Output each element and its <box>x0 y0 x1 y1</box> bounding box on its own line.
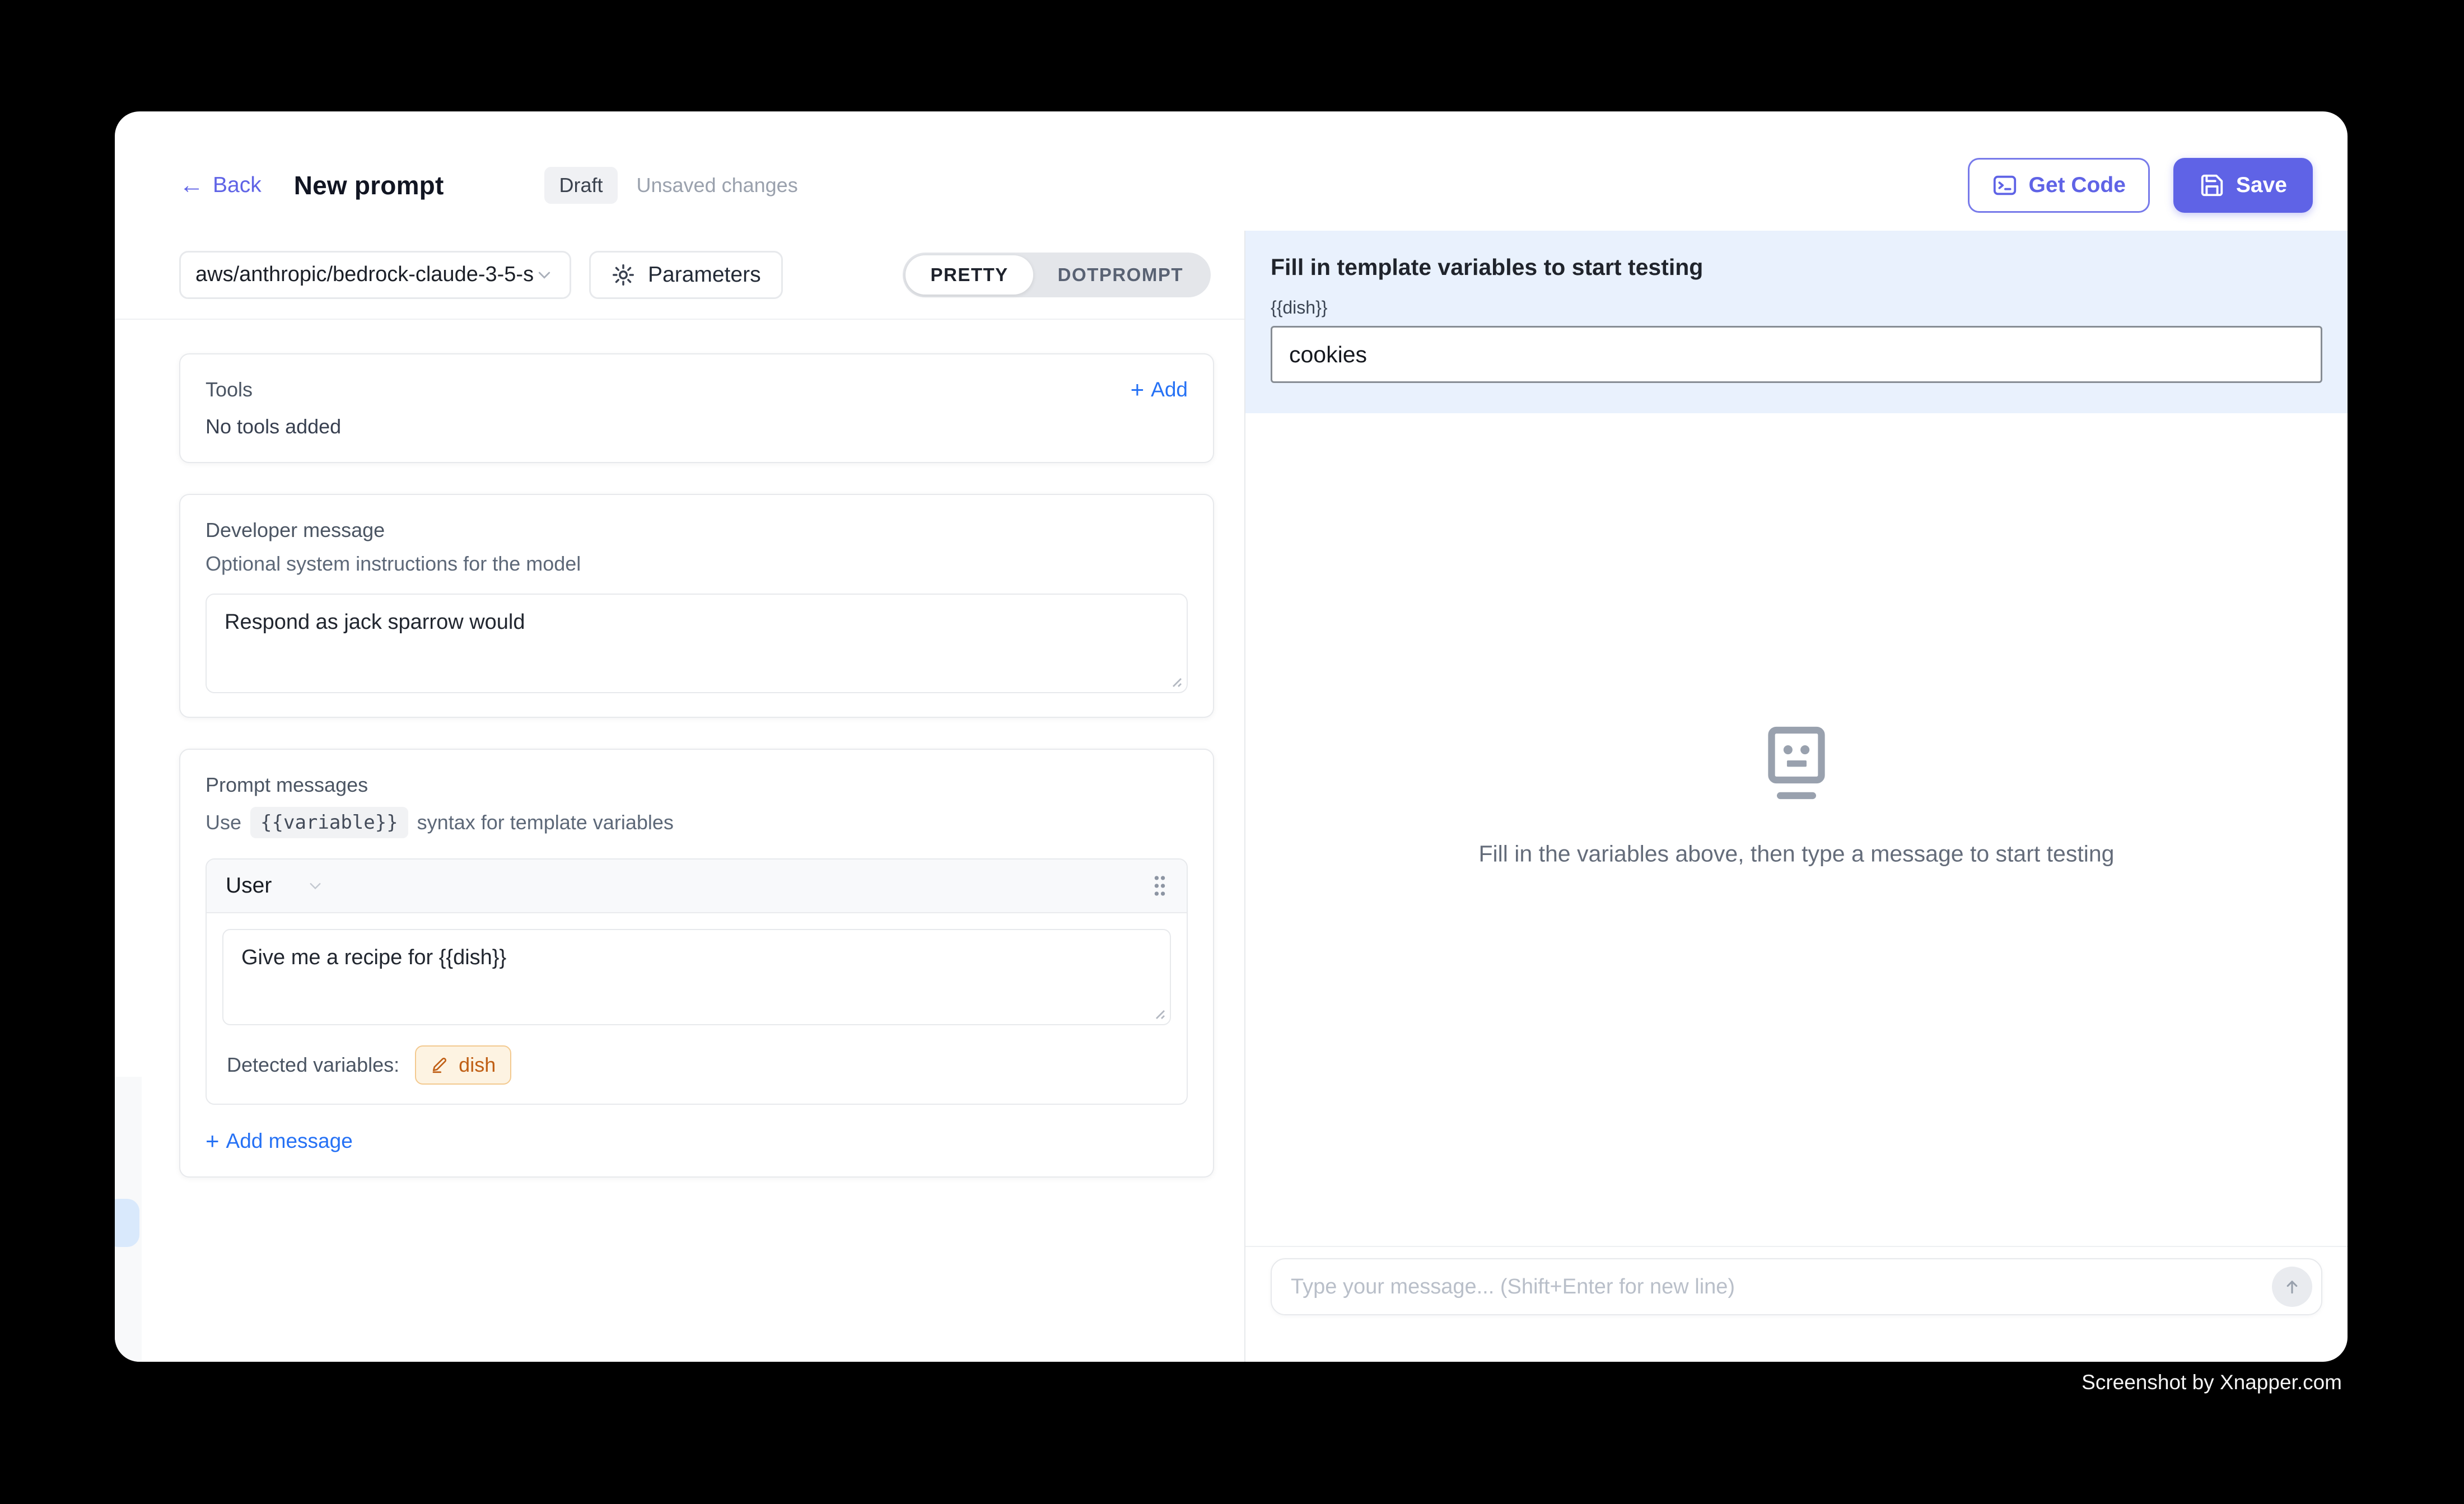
header-actions: Get Code Save <box>1968 158 2313 213</box>
parameters-button[interactable]: Parameters <box>589 251 783 299</box>
terminal-icon <box>1992 172 2018 198</box>
model-select-value: aws/anthropic/bedrock-claude-3-5-s... <box>195 263 534 287</box>
editor-pane: aws/anthropic/bedrock-claude-3-5-s... Pa… <box>115 231 1244 1362</box>
prompt-messages-title: Prompt messages <box>206 773 1188 797</box>
back-label: Back <box>213 173 262 198</box>
add-tool-button[interactable]: + Add <box>1131 378 1188 401</box>
back-arrow-icon: ← <box>179 173 204 198</box>
editor-cards: Tools + Add No tools added Developer mes… <box>115 320 1244 1178</box>
get-code-button[interactable]: Get Code <box>1968 158 2150 213</box>
status-badge: Draft <box>544 167 617 204</box>
app-window: ← Back New prompt Draft Unsaved changes … <box>115 111 2348 1362</box>
arrow-up-icon <box>2283 1277 2302 1296</box>
chevron-down-icon <box>534 264 555 286</box>
page-title: New prompt <box>294 170 444 200</box>
content: aws/anthropic/bedrock-claude-3-5-s... Pa… <box>115 231 2348 1362</box>
parameters-label: Parameters <box>648 263 761 287</box>
message-block: User Give me a recipe for {{dish}} <box>206 858 1188 1105</box>
chat-empty-state: Fill in the variables above, then type a… <box>1245 726 2348 867</box>
developer-message-subtitle: Optional system instructions for the mod… <box>206 552 1188 576</box>
tools-empty-text: No tools added <box>206 415 1188 438</box>
role-select-value: User <box>226 874 272 898</box>
save-label: Save <box>2236 173 2287 198</box>
side-nav-active-item[interactable] <box>115 1199 139 1247</box>
plus-icon: + <box>1131 378 1145 401</box>
model-select[interactable]: aws/anthropic/bedrock-claude-3-5-s... <box>179 251 571 299</box>
chevron-down-icon <box>305 876 325 896</box>
watermark-text: Screenshot by Xnapper.com <box>2082 1371 2342 1394</box>
send-button[interactable] <box>2272 1267 2312 1307</box>
detected-variables-row: Detected variables: dish <box>222 1045 1171 1085</box>
save-button[interactable]: Save <box>2173 158 2313 213</box>
hint-prefix: Use <box>206 811 241 834</box>
save-icon <box>2199 172 2225 198</box>
resize-handle-icon[interactable] <box>1166 672 1182 688</box>
plus-icon: + <box>206 1129 220 1153</box>
toggle-dotprompt[interactable]: DOTPROMPT <box>1033 255 1208 295</box>
chat-area: Fill in the variables above, then type a… <box>1245 413 2348 1246</box>
chat-empty-caption: Fill in the variables above, then type a… <box>1479 841 2115 867</box>
developer-message-card: Developer message Optional system instru… <box>179 494 1214 718</box>
detected-variables-label: Detected variables: <box>227 1053 399 1077</box>
developer-message-title: Developer message <box>206 519 1188 542</box>
variable-syntax-chip: {{variable}} <box>250 807 408 838</box>
view-toggle: PRETTY DOTPROMPT <box>903 253 1211 297</box>
gear-icon <box>611 263 636 287</box>
add-message-label: Add message <box>226 1129 353 1153</box>
user-message-textarea[interactable]: Give me a recipe for {{dish}} <box>223 930 1170 1024</box>
variable-badge-label: dish <box>459 1053 496 1077</box>
side-nav-strip <box>115 1077 142 1362</box>
tools-title: Tools <box>206 378 253 401</box>
chat-input-box <box>1271 1258 2322 1315</box>
message-body: Give me a recipe for {{dish}} Detected v… <box>207 913 1187 1104</box>
toggle-pretty[interactable]: PRETTY <box>906 255 1033 295</box>
role-select[interactable]: User <box>226 874 325 898</box>
tools-card: Tools + Add No tools added <box>179 353 1214 463</box>
back-button[interactable]: ← Back <box>179 173 262 198</box>
resize-handle-icon[interactable] <box>1150 1004 1165 1020</box>
add-message-button[interactable]: + Add message <box>206 1129 1188 1153</box>
header: ← Back New prompt Draft Unsaved changes … <box>115 111 2348 231</box>
drag-handle[interactable] <box>1152 874 1168 898</box>
editor-toolbar: aws/anthropic/bedrock-claude-3-5-s... Pa… <box>115 231 1244 320</box>
variable-badge-dish[interactable]: dish <box>415 1045 511 1085</box>
variables-panel-title: Fill in template variables to start test… <box>1271 254 2322 281</box>
screenshot-stage: ← Back New prompt Draft Unsaved changes … <box>0 0 2464 1504</box>
chat-message-input[interactable] <box>1291 1275 2272 1299</box>
dish-variable-input[interactable] <box>1271 326 2322 383</box>
unsaved-changes-text: Unsaved changes <box>637 174 798 197</box>
chat-input-section <box>1245 1246 2348 1362</box>
dish-variable-label: {{dish}} <box>1271 297 2322 318</box>
pencil-icon <box>431 1055 450 1075</box>
drag-dots-icon <box>1152 874 1168 898</box>
hint-suffix: syntax for template variables <box>417 811 674 834</box>
add-tool-label: Add <box>1151 378 1188 401</box>
template-variables-panel: Fill in template variables to start test… <box>1245 231 2348 413</box>
get-code-label: Get Code <box>2029 173 2126 198</box>
robot-face-icon <box>1765 726 1828 805</box>
developer-message-textarea[interactable]: Respond as jack sparrow would <box>207 595 1187 692</box>
message-header: User <box>207 860 1187 913</box>
test-pane: Fill in template variables to start test… <box>1244 231 2348 1362</box>
prompt-messages-card: Prompt messages Use {{variable}} syntax … <box>179 749 1214 1178</box>
